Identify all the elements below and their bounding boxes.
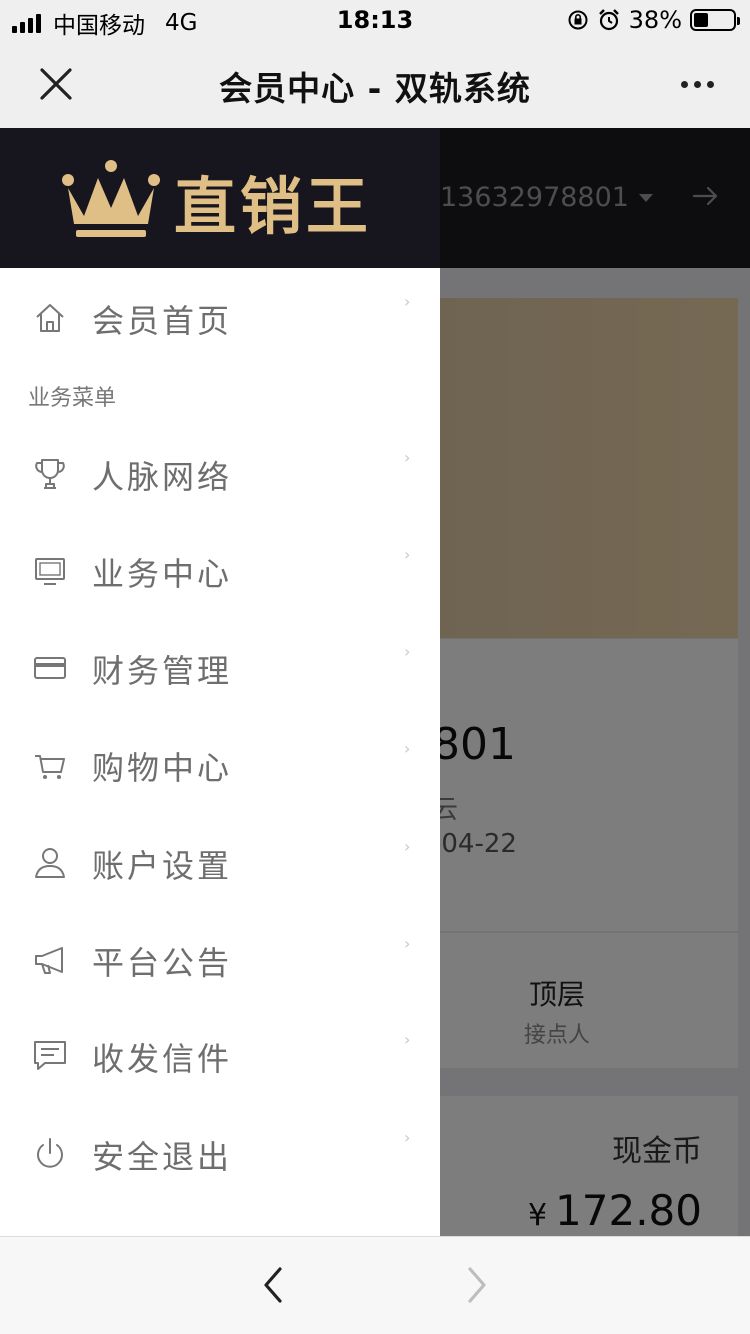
alarm-icon	[598, 9, 619, 31]
browser-nav-bar	[0, 1236, 750, 1334]
title-bar: 会员中心 - 双轨系统	[0, 40, 750, 128]
menu-label: 购物中心	[92, 749, 233, 787]
close-icon[interactable]	[30, 58, 82, 110]
chevron-right-icon: ›	[404, 292, 411, 311]
battery-icon	[690, 9, 740, 31]
battery-percent: 38%	[628, 6, 682, 34]
more-icon[interactable]	[672, 62, 722, 106]
menu-item-business[interactable]: 业务中心 ›	[0, 523, 440, 619]
drawer-header: 直销王	[0, 128, 440, 268]
chevron-right-icon: ›	[404, 934, 411, 953]
menu-item-shopping[interactable]: 购物中心 ›	[0, 717, 440, 813]
side-drawer: 直销王 会员首页 › 业务菜单 人脉网络 › 业务中心 › 财务管理 › 购物中…	[0, 128, 440, 1236]
page-title: 会员中心 - 双轨系统	[219, 69, 531, 108]
menu-label: 收发信件	[92, 1040, 233, 1078]
screen: 中国移动 4G 18:13 38% 会员中心 - 双轨系统 直销王 会员首页 ›…	[0, 0, 750, 1334]
menu-label: 平台公告	[92, 944, 233, 982]
chevron-right-icon: ›	[404, 448, 411, 467]
crown-icon	[62, 160, 160, 237]
menu-item-announcements[interactable]: 平台公告 ›	[0, 912, 440, 1008]
user-icon	[35, 848, 65, 878]
menu-item-messages[interactable]: 收发信件 ›	[0, 1008, 440, 1104]
chevron-right-icon: ›	[404, 837, 411, 856]
chevron-right-icon: ›	[404, 1030, 411, 1049]
card-icon	[34, 657, 66, 679]
rotation-lock-icon	[568, 10, 588, 30]
menu-item-finance[interactable]: 财务管理 ›	[0, 620, 440, 716]
battery-fill	[694, 13, 709, 27]
back-icon[interactable]	[258, 1265, 290, 1305]
section-label: 业务菜单	[28, 386, 117, 411]
brand-name: 直销王	[174, 170, 373, 243]
monitor-icon	[35, 558, 65, 585]
chevron-right-icon: ›	[404, 739, 411, 758]
trophy-icon	[35, 459, 65, 489]
status-bar: 中国移动 4G 18:13 38%	[0, 0, 750, 40]
home-icon	[36, 304, 64, 332]
menu-item-logout[interactable]: 安全退出 ›	[0, 1106, 440, 1202]
menu-label: 人脉网络	[92, 458, 233, 496]
chevron-right-icon: ›	[404, 642, 411, 661]
menu-label: 会员首页	[92, 302, 233, 340]
menu-item-home[interactable]: 会员首页 ›	[0, 270, 440, 366]
menu-label: 业务中心	[92, 555, 233, 593]
chevron-right-icon: ›	[404, 1128, 411, 1147]
menu-label: 账户设置	[92, 847, 233, 885]
menu-item-network[interactable]: 人脉网络 ›	[0, 426, 440, 522]
cart-icon	[35, 755, 65, 779]
status-right: 38%	[567, 6, 740, 34]
menu-label: 安全退出	[92, 1138, 233, 1176]
megaphone-icon	[35, 947, 63, 974]
forward-icon[interactable]	[460, 1265, 492, 1305]
brand-logo: 直销王	[62, 156, 372, 246]
menu-item-account[interactable]: 账户设置 ›	[0, 815, 440, 911]
message-icon	[34, 1041, 66, 1070]
menu-label: 财务管理	[92, 652, 233, 690]
power-icon	[37, 1138, 63, 1168]
chevron-right-icon: ›	[404, 545, 411, 564]
